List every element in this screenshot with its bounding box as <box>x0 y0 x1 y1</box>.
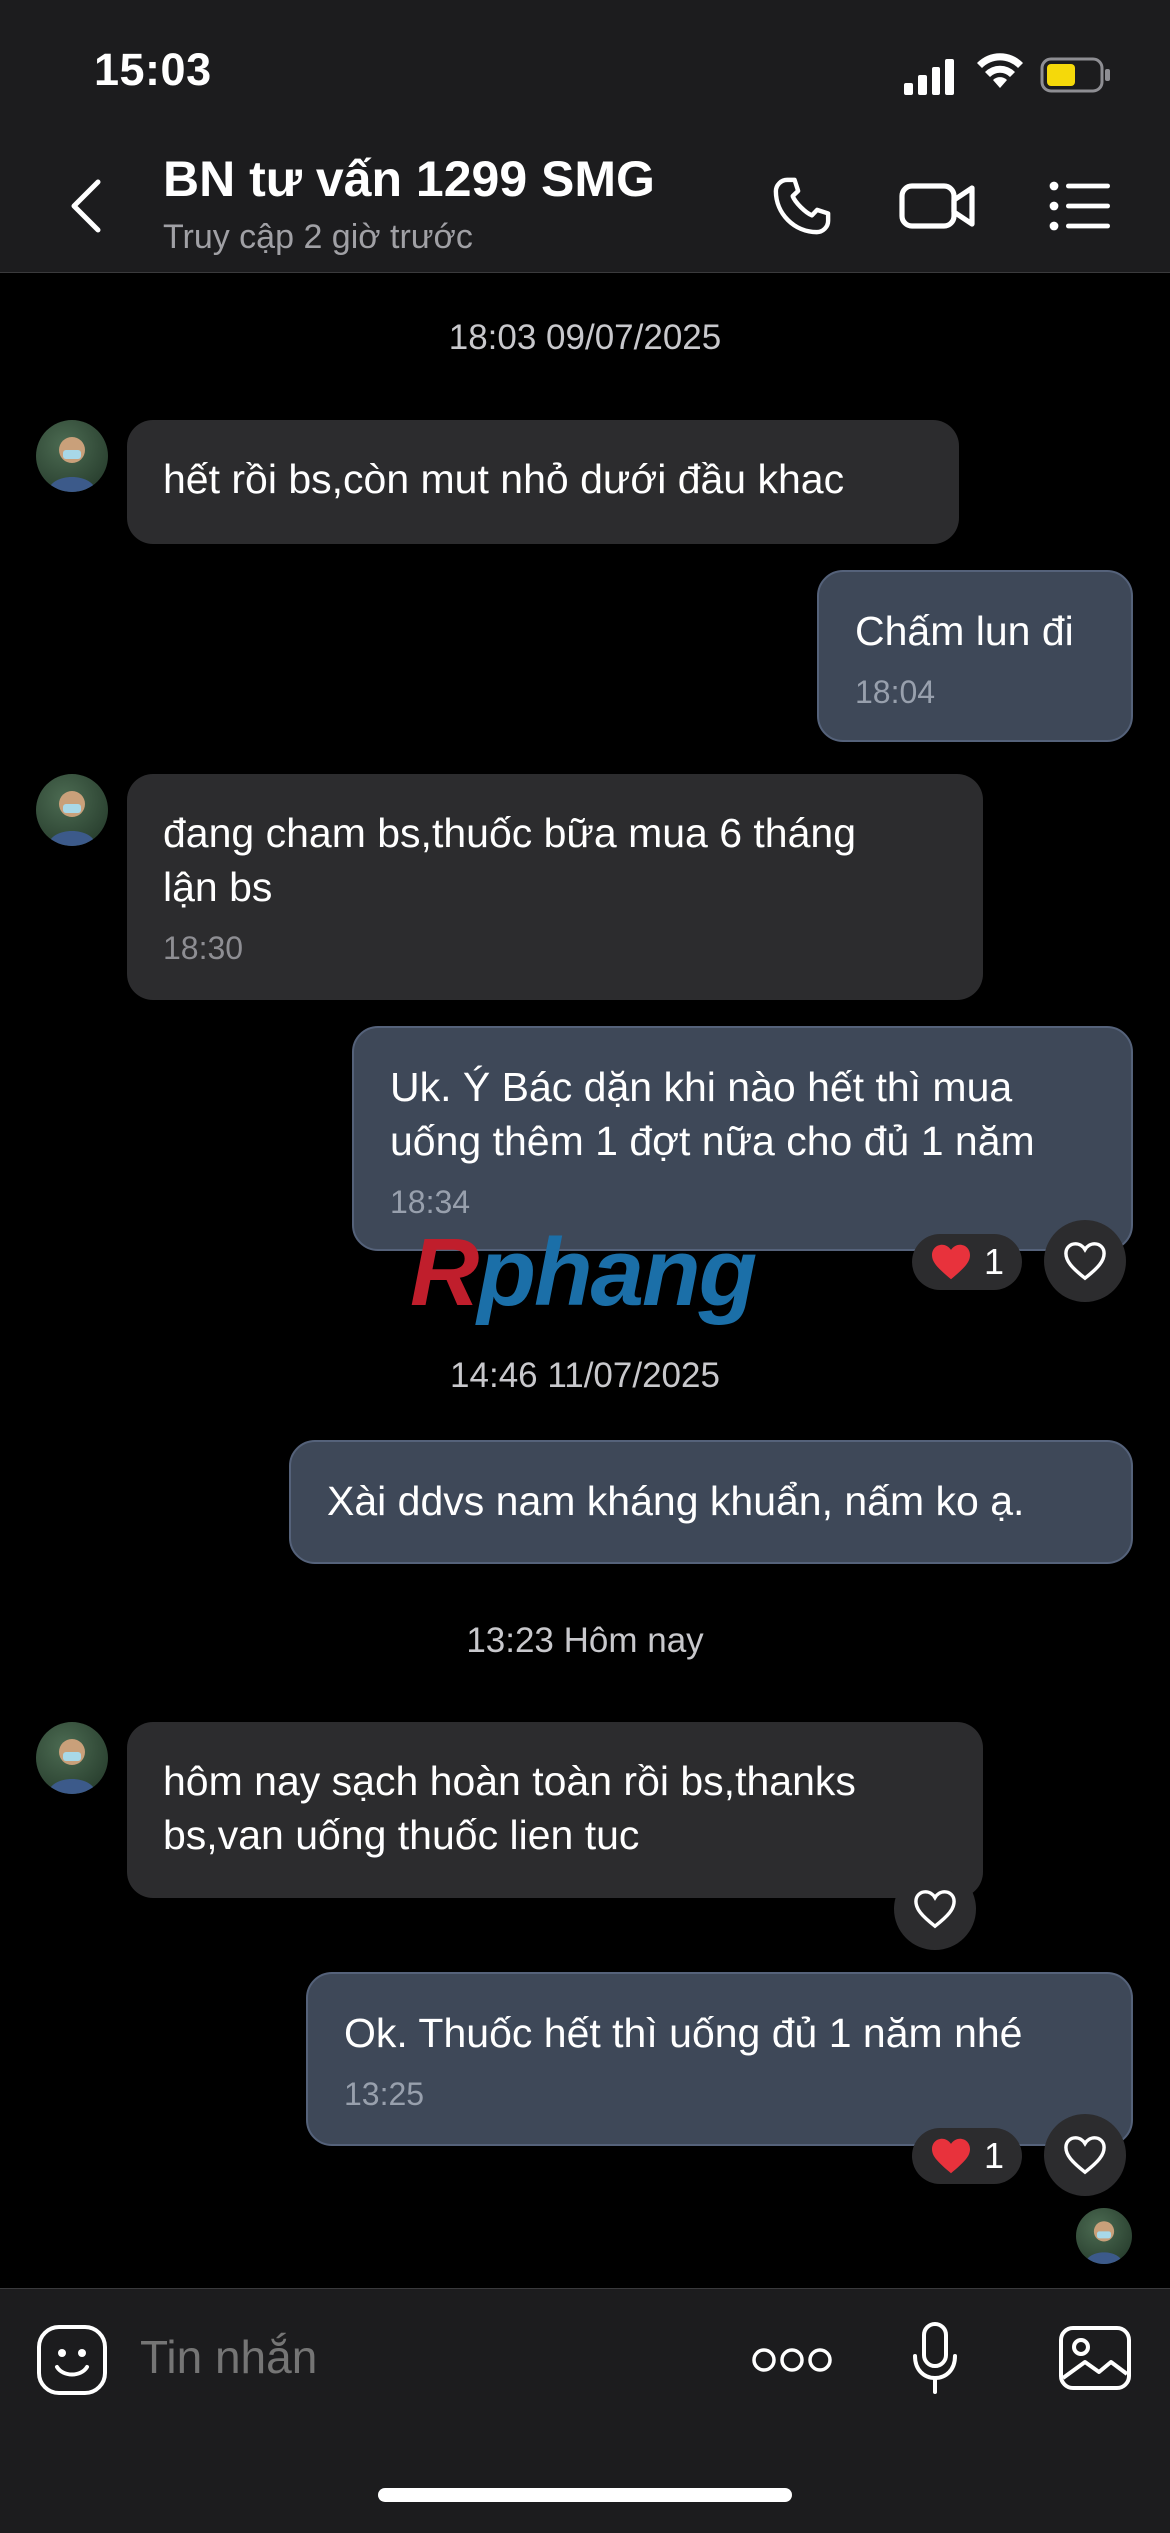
wifi-icon <box>977 53 1023 88</box>
menu-list-icon <box>1049 181 1110 231</box>
message-text: Chấm lun đi <box>855 608 1074 654</box>
reaction-count: 1 <box>984 2135 1005 2176</box>
heart-filled-icon <box>932 2138 970 2174</box>
watermark-logo: Rphang <box>410 1219 757 1326</box>
more-options-icon <box>752 2348 832 2372</box>
message-text: hôm nay sạch hoàn toàn rồi bs,thanks bs,… <box>163 1758 856 1858</box>
message-text: hết rồi bs,còn mut nhỏ dưới đầu khac <box>163 456 845 502</box>
date-separator: 13:23 Hôm nay <box>466 1621 704 1660</box>
message-bubble-outgoing[interactable]: Xài ddvs nam kháng khuẩn, nấm ko ạ. <box>289 1440 1133 1564</box>
message-bubble-outgoing[interactable]: Chấm lun đi 18:04 <box>817 570 1133 742</box>
message-text: Xài ddvs nam kháng khuẩn, nấm ko ạ. <box>327 1478 1025 1524</box>
reaction-summary[interactable]: 1 <box>912 1234 1023 1290</box>
video-call-icon <box>899 183 975 229</box>
heart-outline-icon <box>1064 1242 1106 1281</box>
image-icon <box>1059 2326 1131 2390</box>
home-indicator <box>378 2488 792 2502</box>
react-button[interactable] <box>894 1868 976 1950</box>
phone-icon <box>773 177 831 235</box>
seen-avatar <box>1076 2208 1132 2264</box>
status-time: 15:03 <box>94 44 212 95</box>
emoji-button[interactable] <box>30 2318 114 2402</box>
back-icon <box>71 179 101 233</box>
message-text: Uk. Ý Bác dặn khi nào hết thì mua uống t… <box>390 1064 1035 1164</box>
heart-filled-icon <box>932 1244 970 1280</box>
message-time: 18:34 <box>390 1184 471 1220</box>
react-button[interactable] <box>1044 2114 1126 2196</box>
chat-title[interactable]: BN tư vấn 1299 SMG <box>163 150 655 208</box>
message-bubble-incoming[interactable]: hôm nay sạch hoàn toàn rồi bs,thanks bs,… <box>127 1722 983 1898</box>
voice-record-button[interactable] <box>900 2316 970 2400</box>
message-time: 18:04 <box>855 674 936 710</box>
avatar[interactable] <box>36 420 108 492</box>
date-separator: 14:46 11/07/2025 <box>450 1356 720 1395</box>
message-text: đang cham bs,thuốc bữa mua 6 tháng lận b… <box>163 810 857 910</box>
react-button[interactable] <box>1044 1220 1126 1302</box>
message-time: 18:30 <box>163 930 244 966</box>
heart-outline-icon <box>914 1890 956 1929</box>
emoji-icon <box>37 2325 107 2395</box>
microphone-icon <box>913 2322 957 2394</box>
date-separator: 18:03 09/07/2025 <box>448 318 722 357</box>
message-bubble-outgoing[interactable]: Ok. Thuốc hết thì uống đủ 1 năm nhé 13:2… <box>306 1972 1133 2146</box>
cellular-signal-icon <box>904 55 954 95</box>
reaction-summary[interactable]: 1 <box>912 2128 1023 2184</box>
call-button[interactable] <box>762 170 842 242</box>
message-bubble-incoming[interactable]: đang cham bs,thuốc bữa mua 6 tháng lận b… <box>127 774 983 1000</box>
heart-outline-icon <box>1064 2136 1106 2175</box>
back-button[interactable] <box>56 170 116 242</box>
menu-button[interactable] <box>1040 170 1120 242</box>
message-time: 13:25 <box>344 2076 425 2112</box>
battery-icon <box>1040 57 1110 93</box>
reaction-count: 1 <box>984 1241 1005 1282</box>
more-options-button[interactable] <box>748 2330 836 2390</box>
image-picker-button[interactable] <box>1054 2320 1136 2396</box>
message-bubble-incoming[interactable]: hết rồi bs,còn mut nhỏ dưới đầu khac <box>127 420 959 544</box>
message-text: Ok. Thuốc hết thì uống đủ 1 năm nhé <box>344 2010 1023 2056</box>
video-call-button[interactable] <box>898 170 978 242</box>
last-seen-status: Truy cập 2 giờ trước <box>163 218 473 256</box>
avatar[interactable] <box>36 774 108 846</box>
avatar[interactable] <box>36 1722 108 1794</box>
message-input[interactable] <box>140 2325 700 2389</box>
